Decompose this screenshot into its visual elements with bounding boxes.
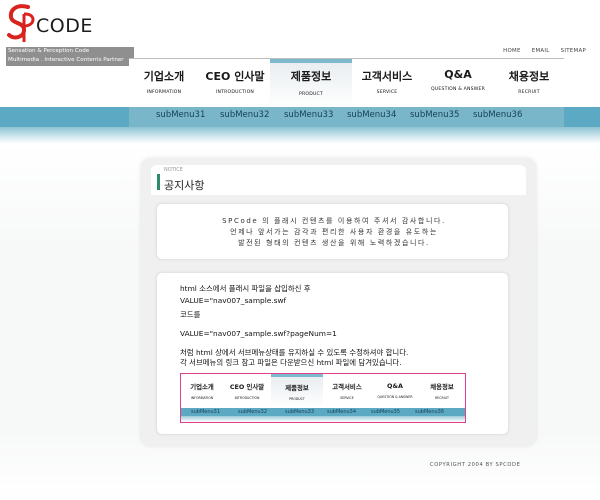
page-title: 공지사항 xyxy=(164,179,205,192)
nav-label: 채용정보 xyxy=(508,70,550,83)
sitemap-link[interactable]: SITEMAP xyxy=(561,48,586,54)
copyright-notice: COPYRIGHT 2004 BY SPCODE xyxy=(430,462,521,468)
nav-label: 고객서비스 xyxy=(361,70,413,83)
nav-label: CEO 인사말 xyxy=(205,70,265,83)
notice-header: NOTICE 공지사항 xyxy=(151,165,526,195)
submenu-item-35[interactable]: subMenu35 xyxy=(410,110,459,120)
preview-nav-service[interactable]: 고객서비스 SERVICE xyxy=(323,374,371,408)
preview-nav-label: 고객서비스 xyxy=(332,383,362,391)
site-header: CODE Sensation & Perception Code Multime… xyxy=(0,0,600,108)
nav-item-introduction[interactable]: CEO 인사말 INTRODUCTION xyxy=(199,59,271,108)
preview-submenu-33[interactable]: subMenu33 xyxy=(285,409,314,415)
preview-nav-label: 기업소개 xyxy=(190,383,214,391)
main-navigation: 기업소개 INFORMATION CEO 인사말 INTRODUCTION 제품… xyxy=(129,58,565,108)
nav-sublabel: QUESTION & ANSWER xyxy=(430,87,486,92)
nav-label: 제품정보 xyxy=(290,70,332,83)
preview-submenu-32[interactable]: subMenu32 xyxy=(238,409,267,415)
preview-submenu-34[interactable]: subMenu34 xyxy=(327,409,356,415)
submenu-item-36[interactable]: subMenu36 xyxy=(473,110,522,120)
nav-label: Q&A xyxy=(444,68,472,81)
nav-item-service[interactable]: 고객서비스 SERVICE xyxy=(351,59,423,108)
tagline-line-1: Sensation & Perception Code xyxy=(8,48,90,54)
email-link[interactable]: EMAIL xyxy=(532,48,550,54)
nav-item-recruit[interactable]: 채용정보 RECRUIT xyxy=(493,59,565,108)
home-link[interactable]: HOME xyxy=(503,48,521,54)
nav-sublabel: SERVICE xyxy=(376,90,398,95)
nav-item-information[interactable]: 기업소개 INFORMATION xyxy=(129,59,199,108)
instruction-line-2: VALUE="nav007_sample.swf xyxy=(180,296,287,305)
nav-sublabel: PRODUCT xyxy=(299,92,323,97)
preview-submenu-shadow xyxy=(181,416,465,422)
submenu-item-31[interactable]: subMenu31 xyxy=(156,110,205,120)
utility-links: HOME EMAIL SITEMAP xyxy=(494,48,586,54)
nav-item-product[interactable]: 제품정보 PRODUCT xyxy=(270,59,352,108)
intro-line-2: 언제나 앞서가는 감각과 편리한 사용자 환경을 유도하는 xyxy=(230,228,438,236)
logo-wordmark: CODE xyxy=(36,15,93,37)
preview-nav-label: Q&A xyxy=(387,382,403,390)
preview-nav-sublabel: QUESTION & ANSWER xyxy=(377,395,413,399)
preview-nav-sublabel: INFORMATION xyxy=(190,396,214,400)
instruction-line-4: VALUE="nav007_sample.swf?pageNum=1 xyxy=(180,329,337,338)
preview-nav-sublabel: INTRODUCTION xyxy=(234,396,260,400)
preview-nav-product[interactable]: 제품정보 PRODUCT xyxy=(271,374,323,408)
preview-submenu-35[interactable]: subMenu35 xyxy=(371,409,400,415)
preview-submenu-31[interactable]: subMenu31 xyxy=(191,409,220,415)
submenu-item-34[interactable]: subMenu34 xyxy=(347,110,396,120)
logo-tagline: Sensation & Perception Code Multimedia .… xyxy=(6,47,134,66)
instruction-line-3: 코드를 xyxy=(180,310,201,319)
nav-sublabel: RECRUIT xyxy=(518,90,540,95)
instruction-line-1: html 소스에서 플래시 파일을 삽입하신 후 xyxy=(180,284,311,293)
nav-item-qna[interactable]: Q&A QUESTION & ANSWER xyxy=(422,59,494,108)
preview-gnb: 기업소개 INFORMATION CEO 인사말 INTRODUCTION 제품… xyxy=(181,374,465,408)
submenu-shadow xyxy=(0,127,600,144)
nav-sublabel: INFORMATION xyxy=(146,90,182,95)
instruction-line-6: 각 서브메뉴의 링크 참고 파일은 다운받으신 html 파일에 담겨있습니다. xyxy=(180,358,402,367)
title-accent-bar xyxy=(157,174,160,190)
intro-message-card: SPCode 의 플래시 컨텐츠를 이용하여 주셔서 감사합니다. 언제나 앞서… xyxy=(156,203,509,260)
preview-nav-recruit[interactable]: 채용정보 RECRUIT xyxy=(419,374,465,408)
preview-nav-sublabel: SERVICE xyxy=(340,396,354,400)
sp-logo-mark-icon xyxy=(7,4,35,42)
preview-nav-sublabel: RECRUIT xyxy=(435,396,449,400)
preview-nav-label: 제품정보 xyxy=(285,384,309,392)
notice-label: NOTICE xyxy=(164,167,183,173)
preview-submenu-36[interactable]: subMenu36 xyxy=(415,409,444,415)
intro-line-1: SPCode 의 플래시 컨텐츠를 이용하여 주셔서 감사합니다. xyxy=(222,217,446,225)
nav-sublabel: INTRODUCTION xyxy=(215,90,255,95)
spcode-logo[interactable]: CODE Sensation & Perception Code Multime… xyxy=(6,2,136,66)
preview-nav-sublabel: PRODUCT xyxy=(289,397,305,401)
navigation-preview: 기업소개 INFORMATION CEO 인사말 INTRODUCTION 제품… xyxy=(180,373,466,423)
preview-nav-introduction[interactable]: CEO 인사말 INTRODUCTION xyxy=(223,374,271,408)
tagline-line-2: Multimedia . Interactive Contents Partne… xyxy=(8,57,124,63)
preview-nav-label: CEO 인사말 xyxy=(229,383,265,391)
nav-label: 기업소개 xyxy=(143,70,185,83)
preview-nav-information[interactable]: 기업소개 INFORMATION xyxy=(181,374,223,408)
preview-nav-qna[interactable]: Q&A QUESTION & ANSWER xyxy=(371,374,419,408)
intro-line-3: 발전된 형태의 컨텐츠 생산을 위해 노력하겠습니다. xyxy=(238,239,430,247)
submenu-item-32[interactable]: subMenu32 xyxy=(220,110,269,120)
submenu-item-33[interactable]: subMenu33 xyxy=(284,110,333,120)
preview-nav-label: 채용정보 xyxy=(430,383,454,391)
